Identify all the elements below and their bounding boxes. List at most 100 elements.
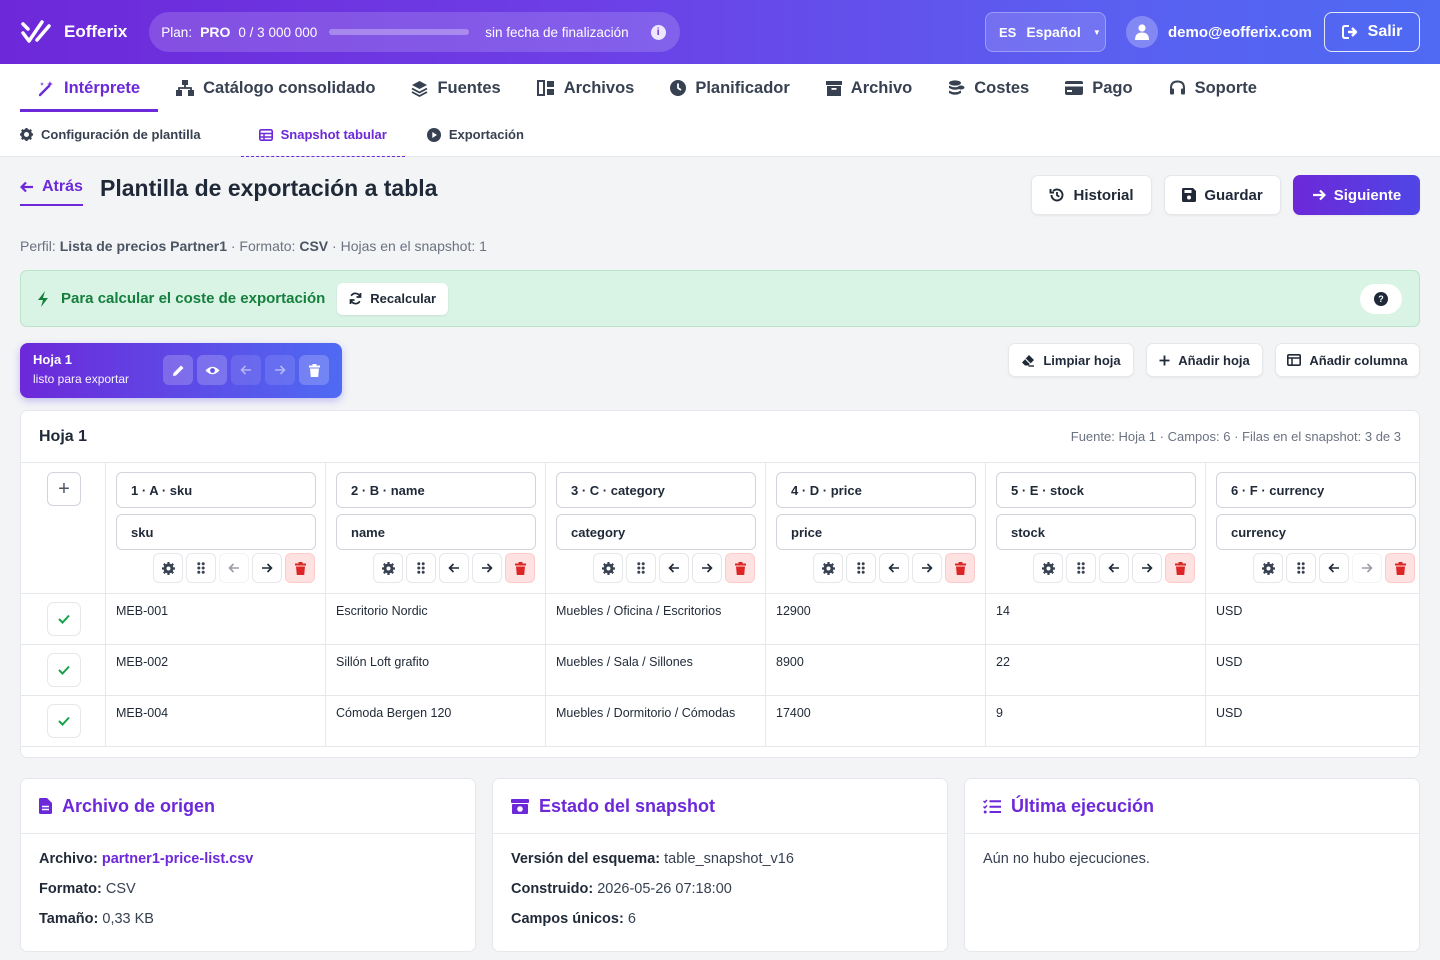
column-field-input[interactable]: price [776, 514, 976, 550]
delete-column-button[interactable] [1165, 553, 1195, 583]
column-source-label[interactable]: 1 · A · sku [116, 472, 316, 508]
arrow-right-icon [275, 365, 286, 375]
move-sheet-left-button[interactable] [231, 355, 261, 385]
row-checkbox[interactable] [47, 602, 81, 636]
nav-label: Planificador [695, 78, 790, 97]
column-drag-handle[interactable] [186, 553, 216, 583]
language-name: Español [1026, 24, 1081, 40]
source-file-link[interactable]: partner1-price-list.csv [102, 851, 254, 867]
row-checkbox[interactable] [47, 653, 81, 687]
gear-icon [161, 561, 175, 575]
app-logo[interactable]: Eofferix [20, 19, 127, 45]
delete-column-button[interactable] [725, 553, 755, 583]
arrow-right-icon [482, 563, 493, 573]
add-column-button[interactable]: Añadir columna [1275, 343, 1420, 377]
save-button[interactable]: Guardar [1164, 175, 1281, 215]
user-menu[interactable]: demo@eofferix.com [1126, 16, 1312, 48]
nav-label: Pago [1092, 78, 1133, 97]
wand-icon [38, 80, 53, 96]
column-settings-button[interactable] [153, 553, 183, 583]
column-settings-button[interactable] [1253, 553, 1283, 583]
grip-icon [637, 562, 645, 574]
move-column-left-button[interactable] [219, 553, 249, 583]
sheet-tab[interactable]: Hoja 1 listo para exportar [20, 343, 342, 398]
row-checkbox[interactable] [47, 704, 81, 738]
grip-icon [197, 562, 205, 574]
column-source-label[interactable]: 4 · D · price [776, 472, 976, 508]
column-drag-handle[interactable] [846, 553, 876, 583]
clear-sheet-button[interactable]: Limpiar hoja [1008, 343, 1134, 377]
add-sheet-button[interactable]: Añadir hoja [1146, 343, 1263, 377]
snapshot-state-card: Estado del snapshot Versión del esquema:… [492, 778, 948, 952]
view-sheet-button[interactable] [197, 355, 227, 385]
column-settings-button[interactable] [1033, 553, 1063, 583]
delete-column-button[interactable] [945, 553, 975, 583]
move-column-right-button[interactable] [912, 553, 942, 583]
move-column-right-button[interactable] [472, 553, 502, 583]
language-select[interactable]: ES Español ▼ [985, 12, 1106, 52]
tab-configuracion-plantilla[interactable]: Configuración de plantilla [18, 112, 221, 157]
help-button[interactable]: ? [1360, 284, 1402, 314]
column-field-input[interactable]: name [336, 514, 536, 550]
delete-sheet-button[interactable] [299, 355, 329, 385]
column-drag-handle[interactable] [626, 553, 656, 583]
column-drag-handle[interactable] [406, 553, 436, 583]
nav-item-catalogo[interactable]: Catálogo consolidado [158, 64, 393, 112]
move-column-left-button[interactable] [1319, 553, 1349, 583]
edit-sheet-button[interactable] [163, 355, 193, 385]
move-column-right-button[interactable] [252, 553, 282, 583]
app-name: Eofferix [64, 22, 128, 41]
move-column-right-button[interactable] [692, 553, 722, 583]
nav-item-planificador[interactable]: Planificador [652, 64, 807, 112]
table-cell: USD [1206, 696, 1419, 747]
column-settings-button[interactable] [373, 553, 403, 583]
add-row-button[interactable]: + [47, 472, 81, 506]
column-field-input[interactable]: category [556, 514, 756, 550]
column-drag-handle[interactable] [1066, 553, 1096, 583]
nav-item-fuentes[interactable]: Fuentes [393, 64, 518, 112]
next-button[interactable]: Siguiente [1293, 175, 1420, 215]
move-column-right-button[interactable] [1132, 553, 1162, 583]
column-settings-button[interactable] [813, 553, 843, 583]
trash-icon [294, 561, 306, 575]
move-column-left-button[interactable] [439, 553, 469, 583]
move-column-left-button[interactable] [879, 553, 909, 583]
move-column-right-button[interactable] [1352, 553, 1382, 583]
column-source-label[interactable]: 6 · F · currency [1216, 472, 1416, 508]
delete-column-button[interactable] [285, 553, 315, 583]
column-source-label[interactable]: 2 · B · name [336, 472, 536, 508]
column-field-input[interactable]: currency [1216, 514, 1416, 550]
column-source-label[interactable]: 5 · E · stock [996, 472, 1196, 508]
nav-item-costes[interactable]: Costes [930, 64, 1047, 112]
logout-button[interactable]: Salir [1324, 12, 1420, 52]
nav-item-interprete[interactable]: Intérprete [20, 64, 159, 112]
history-button[interactable]: Historial [1031, 175, 1152, 215]
plan-label: Plan: [161, 24, 193, 40]
column-settings-button[interactable] [593, 553, 623, 583]
delete-column-button[interactable] [1385, 553, 1415, 583]
move-column-left-button[interactable] [659, 553, 689, 583]
delete-column-button[interactable] [505, 553, 535, 583]
history-label: Historial [1073, 186, 1134, 204]
tab-exportacion[interactable]: Exportación [425, 112, 544, 157]
column-source-label[interactable]: 3 · C · category [556, 472, 756, 508]
nav-item-soporte[interactable]: Soporte [1151, 64, 1275, 112]
info-icon[interactable]: i [650, 24, 666, 40]
nav-item-pago[interactable]: Pago [1047, 64, 1150, 112]
check-icon [58, 614, 70, 624]
arrow-right-icon [1362, 563, 1373, 573]
nav-item-archivos[interactable]: Archivos [519, 64, 653, 112]
column-field-input[interactable]: stock [996, 514, 1196, 550]
column-field-input[interactable]: sku [116, 514, 316, 550]
nav-item-archivo[interactable]: Archivo [808, 64, 930, 112]
back-link[interactable]: Atrás [20, 178, 83, 206]
floppy-icon [1182, 188, 1197, 202]
table-cell: Muebles / Dormitorio / Cómodas [546, 696, 766, 747]
tab-snapshot-tabular[interactable]: Snapshot tabular [240, 112, 406, 157]
column-header: 3 · C · category category [546, 463, 766, 594]
move-column-left-button[interactable] [1099, 553, 1129, 583]
column-drag-handle[interactable] [1286, 553, 1316, 583]
move-sheet-right-button[interactable] [265, 355, 295, 385]
recalculate-button[interactable]: Recalcular [337, 282, 449, 315]
source-file-row: Archivo: partner1-price-list.csv [39, 851, 457, 867]
